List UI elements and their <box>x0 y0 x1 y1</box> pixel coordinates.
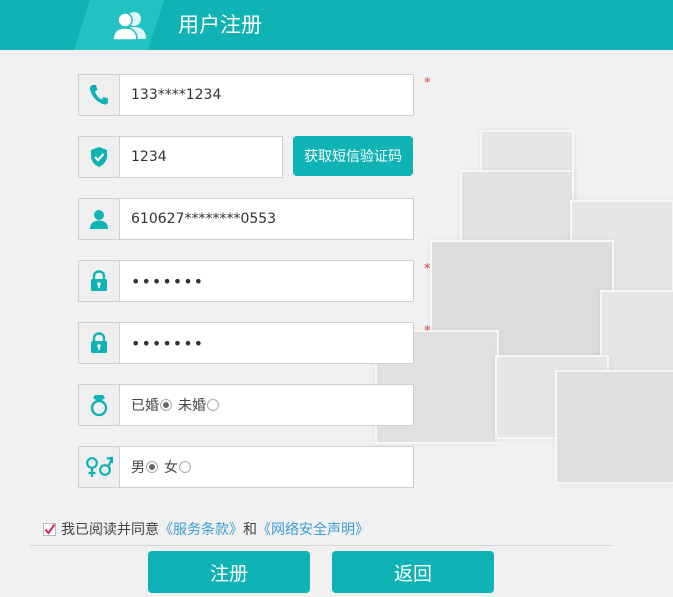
unmarried-label: 未婚 <box>178 398 206 414</box>
marital-status-group: 已婚 未婚 <box>131 385 225 425</box>
ring-icon <box>79 385 120 425</box>
lock-icon <box>79 261 120 301</box>
female-label: 女 <box>164 460 178 476</box>
password-required-mark: * <box>424 262 431 277</box>
user-icon <box>79 199 120 239</box>
users-icon <box>112 12 146 41</box>
married-label: 已婚 <box>131 398 159 414</box>
id-card-input[interactable] <box>120 199 413 239</box>
phone-row <box>78 74 414 116</box>
phone-input[interactable] <box>120 75 413 115</box>
gender-icon <box>79 447 120 487</box>
page-title: 用户注册 <box>178 13 262 37</box>
gender-group: 男 女 <box>131 447 197 487</box>
agreement-text: 我已阅读并同意 <box>61 522 159 538</box>
get-sms-code-button[interactable]: 获取短信验证码 <box>293 136 413 176</box>
divider <box>30 545 613 546</box>
id-card-row <box>78 198 414 240</box>
sms-code-input[interactable] <box>120 137 282 177</box>
shield-check-icon <box>79 137 120 177</box>
register-button[interactable]: 注册 <box>148 551 310 593</box>
agreement-checkbox[interactable] <box>43 522 56 536</box>
page-header: 用户注册 <box>0 0 673 50</box>
confirm-password-row <box>78 322 414 364</box>
terms-of-service-link[interactable]: 《服务条款》 <box>159 519 243 539</box>
password-input[interactable] <box>120 261 413 301</box>
lock-icon <box>79 323 120 363</box>
security-statement-link[interactable]: 《网络安全声明》 <box>257 519 369 539</box>
confirm-password-input[interactable] <box>120 323 413 363</box>
male-radio[interactable] <box>146 461 158 473</box>
married-radio[interactable] <box>160 399 172 411</box>
unmarried-radio[interactable] <box>207 399 219 411</box>
phone-icon <box>79 75 120 115</box>
code-row <box>78 136 283 178</box>
confirm-password-required-mark: * <box>424 324 431 339</box>
agreement-and-text: 和 <box>243 522 257 538</box>
gender-row: 男 女 <box>78 446 414 488</box>
marital-status-row: 已婚 未婚 <box>78 384 414 426</box>
back-button[interactable]: 返回 <box>332 551 494 593</box>
password-row <box>78 260 414 302</box>
female-radio[interactable] <box>179 461 191 473</box>
agreement-row: 我已阅读并同意 《服务条款》 和 《网络安全声明》 <box>43 519 369 539</box>
phone-required-mark: * <box>424 76 431 91</box>
male-label: 男 <box>131 460 145 476</box>
